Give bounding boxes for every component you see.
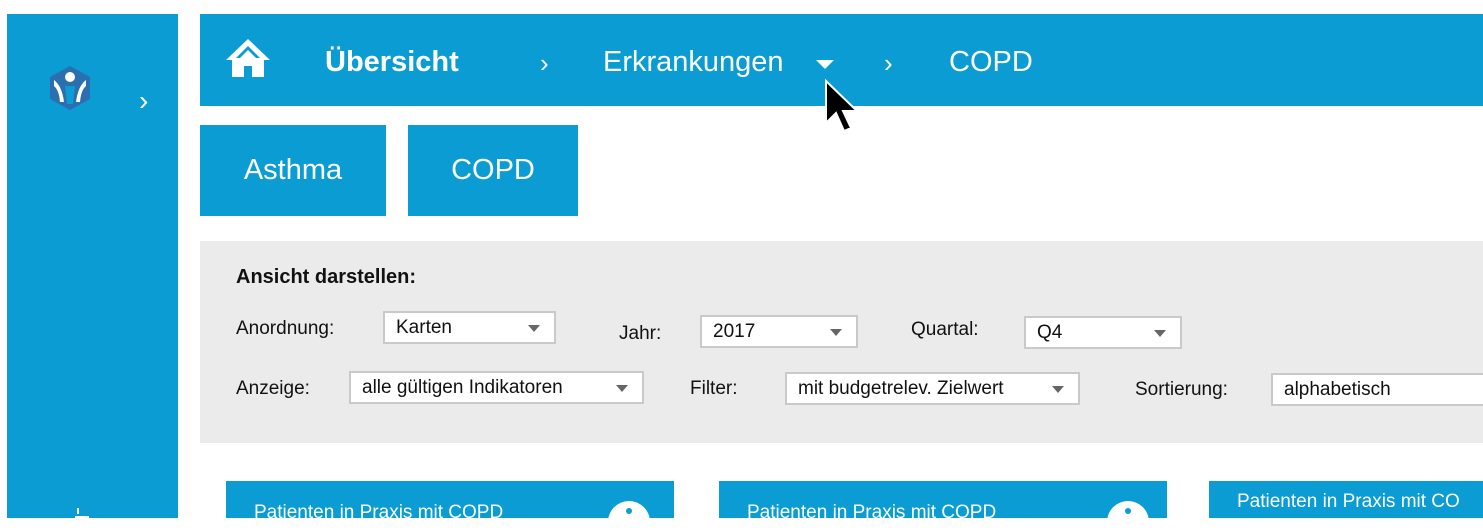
breadcrumb-erkrankungen[interactable]: Erkrankungen xyxy=(603,44,784,80)
sidebar: › xyxy=(7,14,178,526)
sortierung-value: alphabetisch xyxy=(1284,379,1391,400)
panel-title: Ansicht darstellen: xyxy=(236,266,417,288)
breadcrumb-separator: › xyxy=(540,48,549,78)
jahr-select[interactable]: 2017 xyxy=(700,315,858,348)
sidebar-expand-chevron-icon[interactable]: › xyxy=(139,87,148,115)
filter-label: Filter: xyxy=(690,378,738,399)
card-title: Patienten in Praxis mit CO xyxy=(1237,491,1460,512)
info-icon[interactable] xyxy=(608,501,650,518)
indicator-card[interactable]: Patienten in Praxis mit COPD xyxy=(226,481,674,518)
anordnung-value: Karten xyxy=(396,317,452,338)
jahr-label: Jahr: xyxy=(619,323,662,344)
filter-value: mit budgetrelev. Zielwert xyxy=(798,378,1004,399)
quartal-value: Q4 xyxy=(1037,322,1063,343)
sortierung-label: Sortierung: xyxy=(1135,379,1228,400)
chevron-down-icon xyxy=(616,385,628,392)
tab-asthma-label: Asthma xyxy=(243,154,343,186)
quartal-label: Quartal: xyxy=(911,319,979,340)
tab-copd-label: COPD xyxy=(451,154,535,186)
erkrankungen-dropdown-caret-icon[interactable] xyxy=(816,60,834,69)
quartal-select[interactable]: Q4 xyxy=(1024,316,1182,349)
filter-select[interactable]: mit budgetrelev. Zielwert xyxy=(785,372,1080,405)
tab-asthma[interactable]: Asthma xyxy=(200,125,386,216)
card-title: Patienten in Praxis mit COPD xyxy=(254,502,504,518)
info-icon[interactable] xyxy=(1107,501,1149,518)
breadcrumb-separator: › xyxy=(884,48,893,78)
person-logo-icon[interactable] xyxy=(50,66,90,110)
tab-copd[interactable]: COPD xyxy=(408,125,578,216)
card-title: Patienten in Praxis mit COPD xyxy=(747,502,997,518)
chevron-down-icon xyxy=(1154,330,1166,337)
chevron-down-icon xyxy=(830,329,842,336)
anzeige-value: alle gültigen Indikatoren xyxy=(362,377,563,398)
indicator-card[interactable]: Patienten in Praxis mit CO xyxy=(1209,481,1483,518)
chevron-down-icon xyxy=(1052,386,1064,393)
anordnung-select[interactable]: Karten xyxy=(383,311,556,344)
home-icon[interactable] xyxy=(224,36,272,80)
jahr-value: 2017 xyxy=(713,321,756,342)
breadcrumb-uebersicht[interactable]: Übersicht xyxy=(325,44,459,80)
anzeige-label: Anzeige: xyxy=(236,378,310,399)
anordnung-label: Anordnung: xyxy=(236,318,335,339)
list-icon[interactable] xyxy=(67,506,91,532)
sortierung-select[interactable]: alphabetisch xyxy=(1271,373,1483,406)
breadcrumb-copd: COPD xyxy=(949,46,1033,78)
anzeige-select[interactable]: alle gültigen Indikatoren xyxy=(349,371,644,404)
mouse-cursor-icon xyxy=(825,79,860,133)
chevron-down-icon xyxy=(528,325,540,332)
indicator-card[interactable]: Patienten in Praxis mit COPD xyxy=(719,481,1167,518)
